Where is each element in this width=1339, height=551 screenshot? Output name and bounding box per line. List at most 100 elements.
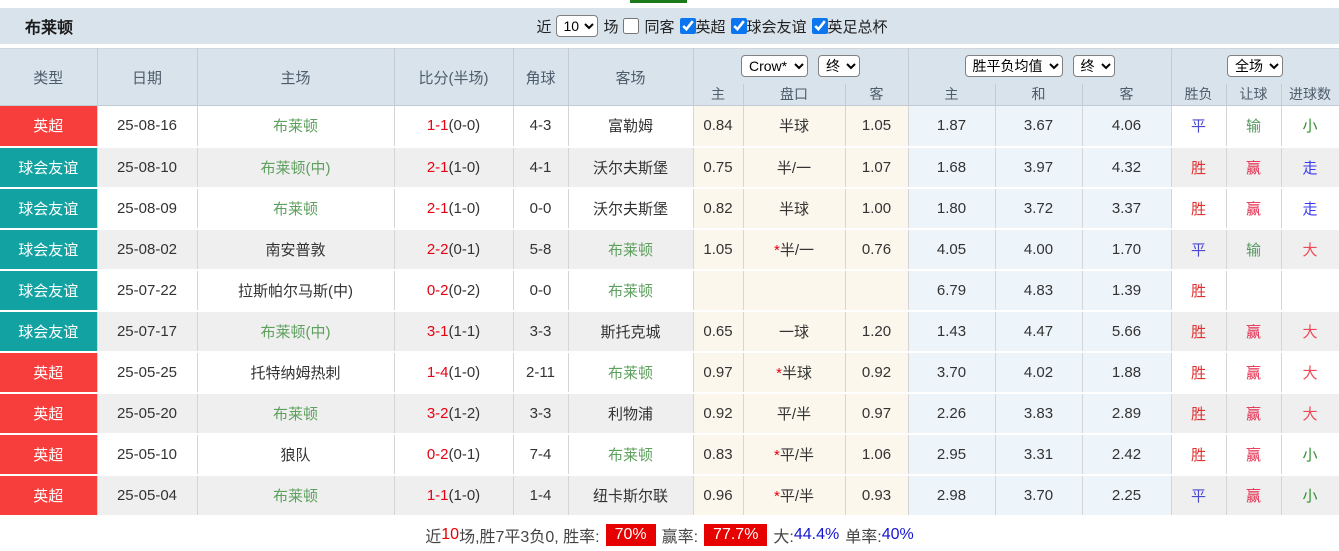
odds-away: 0.92 bbox=[845, 351, 909, 394]
result-group-header: 全场 bbox=[1171, 48, 1339, 84]
league-badge: 球会友谊 bbox=[0, 269, 98, 312]
sub-header-avg-home: 主 bbox=[908, 83, 996, 106]
avg-time-select[interactable]: 终 bbox=[1072, 55, 1115, 78]
result-goals: 走 bbox=[1281, 187, 1339, 230]
odds-home: 0.97 bbox=[693, 351, 744, 394]
recent-games-select[interactable]: 10 bbox=[556, 15, 599, 37]
odds-home: 0.84 bbox=[693, 105, 744, 148]
result-wdl: 平 bbox=[1171, 228, 1227, 271]
league-badge: 英超 bbox=[0, 392, 98, 435]
big-rate-label: 大: bbox=[773, 528, 794, 546]
sub-header-avg-draw: 和 bbox=[995, 83, 1083, 106]
odds-source-select[interactable]: Crow* bbox=[741, 55, 808, 78]
profit-rate-badge: 77.7% bbox=[704, 523, 768, 546]
away-team: 布莱顿 bbox=[568, 351, 694, 394]
home-team: 南安普敦 bbox=[197, 228, 395, 271]
match-rows: 英超 25-08-16 布莱顿 1-1(0-0) 4-3 富勒姆 0.84 半球… bbox=[0, 105, 1339, 517]
corner-score: 3-3 bbox=[513, 392, 569, 435]
odds-time-select[interactable]: 终 bbox=[818, 55, 860, 78]
avg-away: 4.32 bbox=[1082, 146, 1172, 189]
single-rate-label: 单率: bbox=[845, 528, 882, 546]
away-team: 布莱顿 bbox=[568, 228, 694, 271]
avg-home: 6.79 bbox=[908, 269, 996, 312]
result-handicap: 赢 bbox=[1226, 310, 1282, 353]
match-date: 25-05-04 bbox=[97, 474, 198, 517]
games-label: 场 bbox=[603, 18, 619, 36]
full-time-score: 1-1 bbox=[426, 117, 449, 135]
odds-home: 1.05 bbox=[693, 228, 744, 271]
win-rate-badge: 70% bbox=[605, 523, 656, 546]
avg-home: 3.70 bbox=[908, 351, 996, 394]
half-time-score: (1-2) bbox=[448, 404, 481, 422]
sub-header-odds-away: 客 bbox=[845, 83, 909, 106]
league-badge: 英超 bbox=[0, 351, 98, 394]
avg-draw: 3.67 bbox=[995, 105, 1083, 148]
col-header-home: 主场 bbox=[197, 48, 395, 106]
corner-score: 2-11 bbox=[513, 351, 569, 394]
away-team: 纽卡斯尔联 bbox=[568, 474, 694, 517]
result-wdl: 胜 bbox=[1171, 351, 1227, 394]
avg-draw: 4.02 bbox=[995, 351, 1083, 394]
header-row-groups: 类型 日期 主场 比分(半场) 角球 客场 Crow* 终 胜平负均值 终 全场 bbox=[0, 48, 1339, 106]
corner-score: 4-3 bbox=[513, 105, 569, 148]
score-cell: 1-4(1-0) bbox=[394, 351, 514, 394]
table-row: 球会友谊 25-07-17 布莱顿(中) 3-1(1-1) 3-3 斯托克城 0… bbox=[0, 310, 1339, 353]
half-time-score: (0-1) bbox=[448, 445, 481, 463]
avg-source-select[interactable]: 胜平负均值 bbox=[964, 55, 1063, 78]
odds-away: 1.20 bbox=[845, 310, 909, 353]
result-handicap: 输 bbox=[1226, 228, 1282, 271]
page-title: 布莱顿 bbox=[25, 20, 74, 37]
avg-draw: 4.83 bbox=[995, 269, 1083, 312]
odds-home: 0.83 bbox=[693, 433, 744, 476]
league-checkbox[interactable] bbox=[679, 18, 696, 34]
avg-away: 2.25 bbox=[1082, 474, 1172, 517]
avg-home: 1.43 bbox=[908, 310, 996, 353]
result-goals: 小 bbox=[1281, 105, 1339, 148]
result-wdl: 平 bbox=[1171, 105, 1227, 148]
away-team: 布莱顿 bbox=[568, 269, 694, 312]
full-time-score: 2-2 bbox=[426, 240, 449, 258]
handicap-line: *半/一 bbox=[743, 228, 846, 271]
odds-home: 0.92 bbox=[693, 392, 744, 435]
half-time-score: (0-1) bbox=[448, 240, 481, 258]
full-time-score: 3-1 bbox=[426, 322, 449, 340]
avg-draw: 4.00 bbox=[995, 228, 1083, 271]
league-label: 英足总杯 bbox=[827, 18, 888, 36]
league-filter: 英足总杯 bbox=[811, 16, 888, 37]
odds-away: 0.93 bbox=[845, 474, 909, 517]
full-time-score: 0-2 bbox=[426, 281, 449, 299]
avg-home: 2.95 bbox=[908, 433, 996, 476]
top-strip bbox=[0, 0, 1339, 8]
full-court-select[interactable]: 全场 bbox=[1227, 55, 1284, 78]
sub-header-goals: 进球数 bbox=[1281, 83, 1339, 106]
avg-home: 1.68 bbox=[908, 146, 996, 189]
result-handicap: 赢 bbox=[1226, 474, 1282, 517]
matches-table: 类型 日期 主场 比分(半场) 角球 客场 Crow* 终 胜平负均值 终 全场… bbox=[0, 48, 1339, 517]
away-team: 富勒姆 bbox=[568, 105, 694, 148]
score-cell: 0-2(0-1) bbox=[394, 433, 514, 476]
table-row: 球会友谊 25-08-09 布莱顿 2-1(1-0) 0-0 沃尔夫斯堡 0.8… bbox=[0, 187, 1339, 230]
full-time-score: 2-1 bbox=[426, 158, 449, 176]
table-row: 英超 25-08-16 布莱顿 1-1(0-0) 4-3 富勒姆 0.84 半球… bbox=[0, 105, 1339, 148]
avg-home: 1.80 bbox=[908, 187, 996, 230]
sub-header-avg-away: 客 bbox=[1082, 83, 1172, 106]
same-away-checkbox[interactable] bbox=[623, 18, 640, 34]
result-goals: 走 bbox=[1281, 146, 1339, 189]
avg-draw: 3.97 bbox=[995, 146, 1083, 189]
full-time-score: 3-2 bbox=[426, 404, 449, 422]
half-time-score: (0-2) bbox=[448, 281, 481, 299]
home-team: 布莱顿(中) bbox=[197, 310, 395, 353]
league-checkbox[interactable] bbox=[811, 18, 828, 34]
home-team: 布莱顿 bbox=[197, 105, 395, 148]
league-badge: 球会友谊 bbox=[0, 310, 98, 353]
odds-home: 0.82 bbox=[693, 187, 744, 230]
away-team: 沃尔夫斯堡 bbox=[568, 146, 694, 189]
handicap-line: *半球 bbox=[743, 351, 846, 394]
corner-score: 4-1 bbox=[513, 146, 569, 189]
summary-record: 场,胜7平3负0, 胜率: bbox=[459, 528, 600, 546]
odds-home bbox=[693, 269, 744, 312]
result-handicap bbox=[1226, 269, 1282, 312]
corner-score: 0-0 bbox=[513, 187, 569, 230]
league-checkbox[interactable] bbox=[730, 18, 747, 34]
match-history-page: 布莱顿 近 10 场 同客 英超 球会友谊 英足总杯 类型 日期 主场 比分(半… bbox=[0, 0, 1339, 551]
